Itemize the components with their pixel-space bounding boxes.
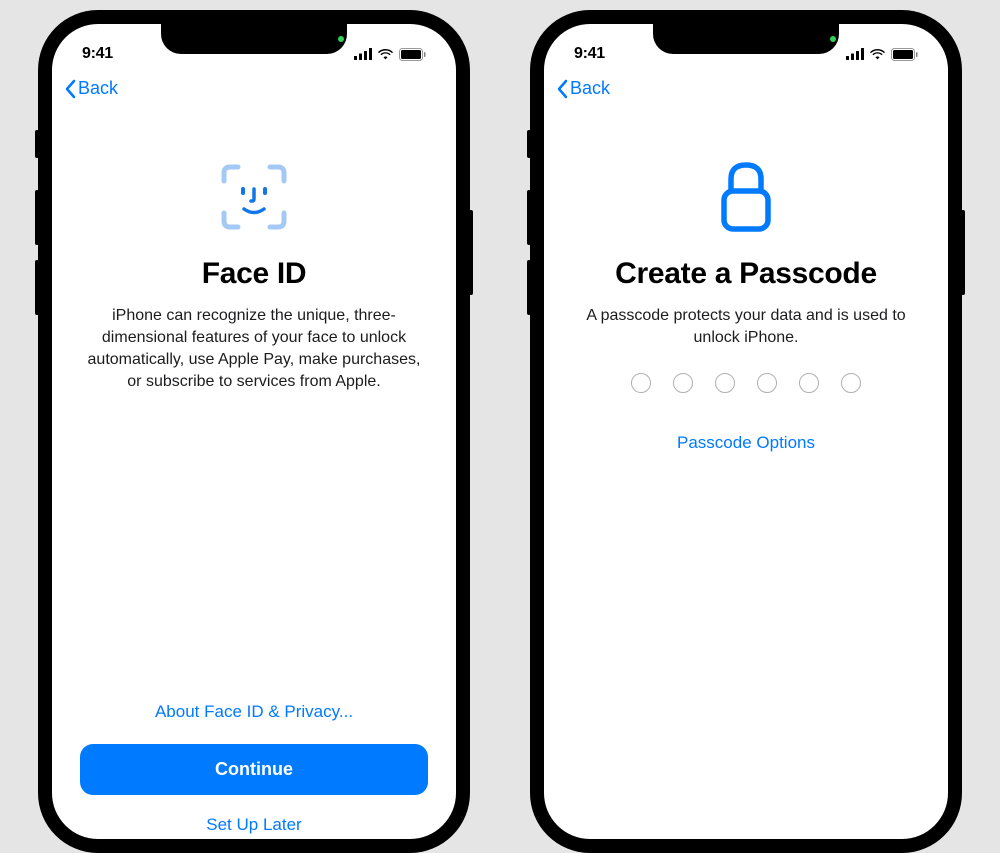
power-button [961, 210, 965, 295]
passcode-dot [715, 373, 735, 393]
passcode-dot [757, 373, 777, 393]
back-label: Back [570, 78, 610, 99]
passcode-input[interactable] [631, 373, 861, 393]
volume-down-button [35, 260, 39, 315]
battery-icon [399, 48, 426, 61]
battery-icon [891, 48, 918, 61]
status-time: 9:41 [82, 45, 113, 63]
bottom-actions: About Face ID & Privacy... Continue Set … [52, 702, 456, 839]
nav-bar: Back [52, 68, 456, 109]
volume-down-button [527, 260, 531, 315]
silence-switch [527, 130, 531, 158]
phone-passcode: 9:41 Back Create a Passcode A passcode p… [530, 10, 962, 853]
back-button[interactable]: Back [64, 78, 118, 99]
camera-indicator-dot [830, 36, 836, 42]
wifi-icon [869, 48, 886, 60]
back-button[interactable]: Back [556, 78, 610, 99]
page-description: A passcode protects your data and is use… [572, 305, 920, 349]
passcode-dot [799, 373, 819, 393]
back-label: Back [78, 78, 118, 99]
passcode-dot [673, 373, 693, 393]
nav-bar: Back [544, 68, 948, 109]
chevron-left-icon [556, 79, 568, 99]
wifi-icon [377, 48, 394, 60]
power-button [469, 210, 473, 295]
chevron-left-icon [64, 79, 76, 99]
faceid-icon [218, 157, 290, 237]
volume-up-button [527, 190, 531, 245]
page-title: Create a Passcode [615, 257, 877, 291]
camera-indicator-dot [338, 36, 344, 42]
setup-later-link[interactable]: Set Up Later [80, 815, 428, 839]
cellular-signal-icon [846, 48, 864, 60]
notch [161, 24, 347, 54]
page-title: Face ID [202, 257, 307, 291]
passcode-options-link[interactable]: Passcode Options [677, 433, 815, 453]
continue-button[interactable]: Continue [80, 744, 428, 795]
about-faceid-link[interactable]: About Face ID & Privacy... [80, 702, 428, 722]
passcode-dot [631, 373, 651, 393]
page-description: iPhone can recognize the unique, three-d… [80, 305, 428, 393]
volume-up-button [35, 190, 39, 245]
phone-faceid: 9:41 Back [38, 10, 470, 853]
cellular-signal-icon [354, 48, 372, 60]
notch [653, 24, 839, 54]
status-time: 9:41 [574, 45, 605, 63]
silence-switch [35, 130, 39, 158]
passcode-dot [841, 373, 861, 393]
lock-icon [717, 157, 775, 237]
